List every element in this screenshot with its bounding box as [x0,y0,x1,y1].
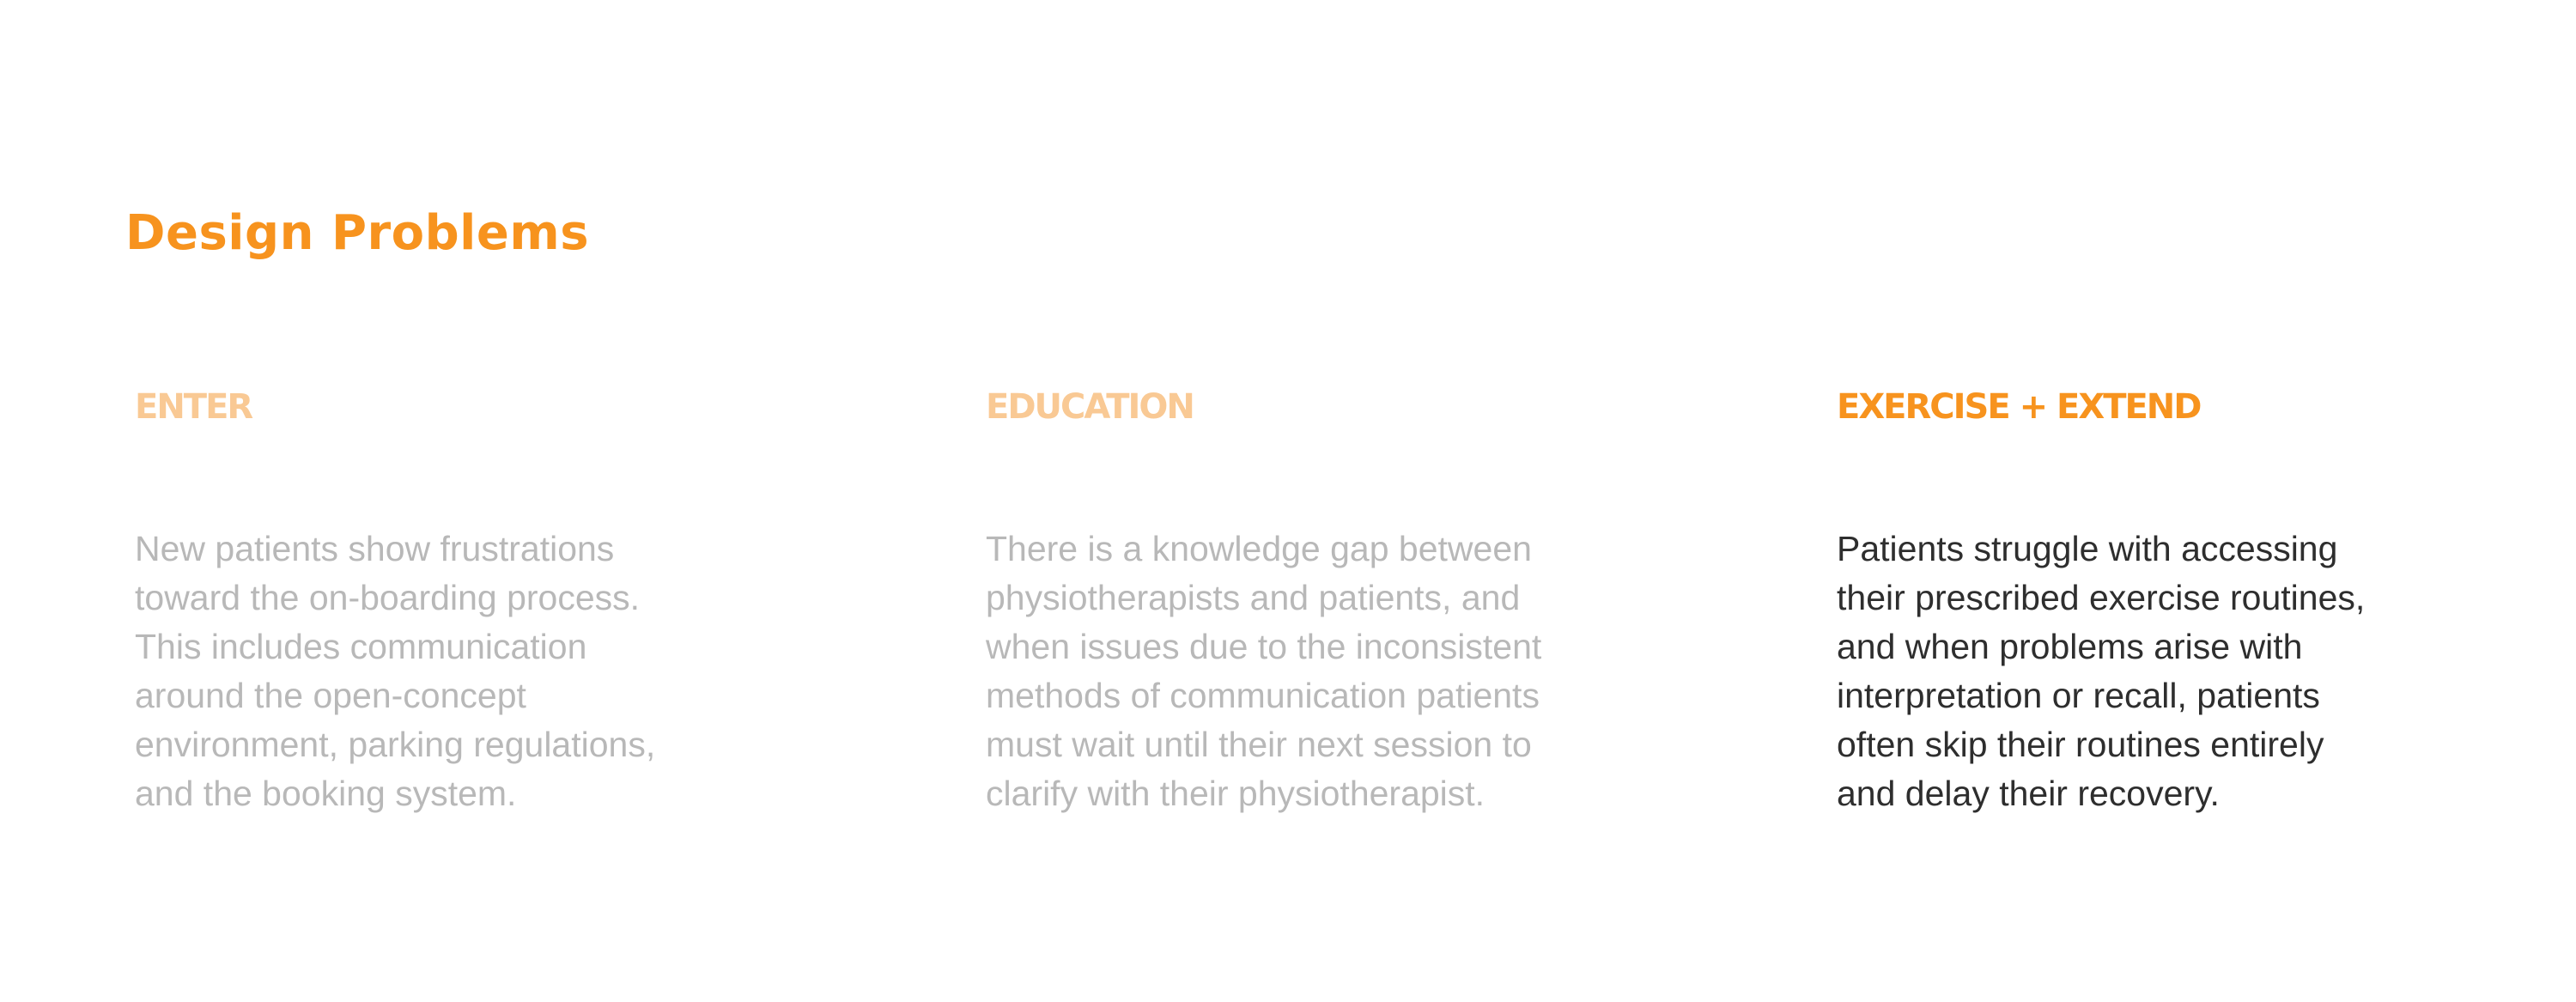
description-line: interpretation or recall, patients [1837,676,2320,715]
description-line: physiotherapists and patients, and [986,578,1521,617]
page-title: Design Problems [125,205,590,261]
description-line: New patients show frustrations [135,529,615,568]
description-line: Patients struggle with accessing [1837,529,2338,568]
description-line: clarify with their physiotherapist. [986,774,1485,813]
description-line: There is a knowledge gap between [986,529,1532,568]
description-line: methods of communication patients [986,676,1540,715]
description-line: their prescribed exercise routines, [1837,578,2366,617]
description-line: must wait until their next session to [986,725,1532,764]
description-line: toward the on-boarding process. [135,578,641,617]
description-line: and delay their recovery. [1837,774,2220,813]
description-line: environment, parking regulations, [135,725,656,764]
problem-heading-education: EDUCATION [986,387,1195,427]
problem-card-enter: ENTER New patients show frustrations tow… [135,381,787,818]
problem-card-education: EDUCATION There is a knowledge gap betwe… [986,381,1638,818]
problem-description-exercise-extend: Patients struggle with accessing their p… [1837,525,2489,818]
description-line: and the booking system. [135,774,517,813]
description-line: when issues due to the inconsistent [986,627,1542,666]
description-line: This includes communication [135,627,587,666]
problem-card-exercise-extend: EXERCISE + EXTEND Patients struggle with… [1837,381,2489,818]
problem-heading-enter: ENTER [135,387,253,427]
description-line: around the open-concept [135,676,526,715]
problem-heading-exercise-extend: EXERCISE + EXTEND [1837,387,2202,427]
description-line: often skip their routines entirely [1837,725,2324,764]
problem-description-enter: New patients show frustrations toward th… [135,525,787,818]
description-line: and when problems arise with [1837,627,2303,666]
problem-description-education: There is a knowledge gap between physiot… [986,525,1638,818]
